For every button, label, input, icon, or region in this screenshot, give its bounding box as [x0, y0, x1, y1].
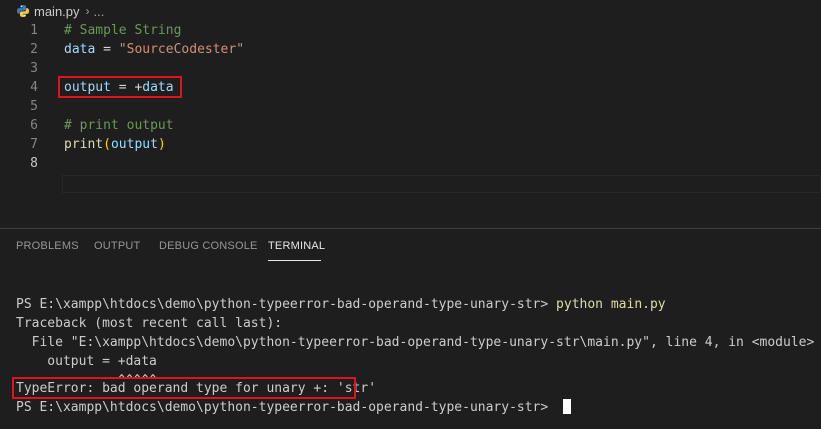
code-comment: # Sample String — [64, 23, 182, 38]
line-number: 7 — [30, 137, 38, 152]
tab-terminal[interactable]: TERMINAL — [268, 240, 325, 252]
tab-debug-console[interactable]: DEBUG CONSOLE — [159, 240, 258, 252]
line-number: 3 — [30, 61, 38, 76]
panel-tabs: PROBLEMS OUTPUT DEBUG CONSOLE TERMINAL — [0, 229, 821, 263]
code-paren: ) — [157, 137, 166, 152]
code-string: "SourceCodester" — [118, 42, 245, 57]
code-line: 6 # print output — [0, 116, 821, 135]
breadcrumb-separator: › — [85, 4, 90, 18]
tab-problems[interactable]: PROBLEMS — [16, 240, 79, 252]
line-number: 4 — [30, 80, 38, 95]
code-operator: = — [95, 42, 119, 57]
line-number: 1 — [30, 23, 38, 38]
terminal-cursor — [563, 399, 572, 414]
line-number: 2 — [30, 42, 38, 57]
terminal-line: File "E:\xampp\htdocs\demo\python-typeer… — [16, 335, 815, 350]
code-line: 7 print(output) — [0, 135, 821, 154]
code-variable: data — [64, 42, 96, 57]
code-line: 5 — [0, 97, 821, 116]
code-line: 8 — [0, 154, 821, 173]
code-paren: ( — [103, 137, 111, 152]
line-number: 5 — [30, 99, 38, 114]
current-line-highlight — [62, 175, 821, 193]
terminal-prompt: PS E:\xampp\htdocs\demo\python-typeerror… — [16, 297, 557, 312]
code-function: print — [64, 137, 104, 152]
breadcrumb: main.py › ... — [0, 0, 821, 22]
active-tab-indicator — [268, 260, 321, 261]
code-highlight-box — [58, 76, 182, 98]
line-number: 6 — [30, 118, 38, 133]
python-file-icon — [16, 4, 30, 18]
breadcrumb-more[interactable]: ... — [94, 4, 105, 19]
code-line: 2 data = "SourceCodester" — [0, 40, 821, 59]
code-line: 1 # Sample String — [0, 21, 821, 40]
tab-output[interactable]: OUTPUT — [94, 240, 140, 252]
code-editor[interactable]: 1 # Sample String 2 data = "SourceCodest… — [0, 21, 821, 221]
code-comment: # print output — [64, 118, 174, 133]
terminal-line: PS E:\xampp\htdocs\demo\python-typeerror… — [16, 295, 666, 314]
terminal-prompt: PS E:\xampp\htdocs\demo\python-typeerror… — [16, 400, 557, 415]
terminal-line: PS E:\xampp\htdocs\demo\python-typeerror… — [16, 398, 572, 417]
breadcrumb-file[interactable]: main.py — [34, 4, 80, 19]
terminal-line: Traceback (most recent call last): — [16, 316, 283, 331]
terminal-command: python main.py — [556, 297, 666, 312]
terminal-line: output = +data — [16, 354, 157, 369]
line-number: 8 — [30, 156, 38, 171]
error-highlight-box — [12, 377, 356, 399]
code-variable: output — [110, 137, 158, 152]
